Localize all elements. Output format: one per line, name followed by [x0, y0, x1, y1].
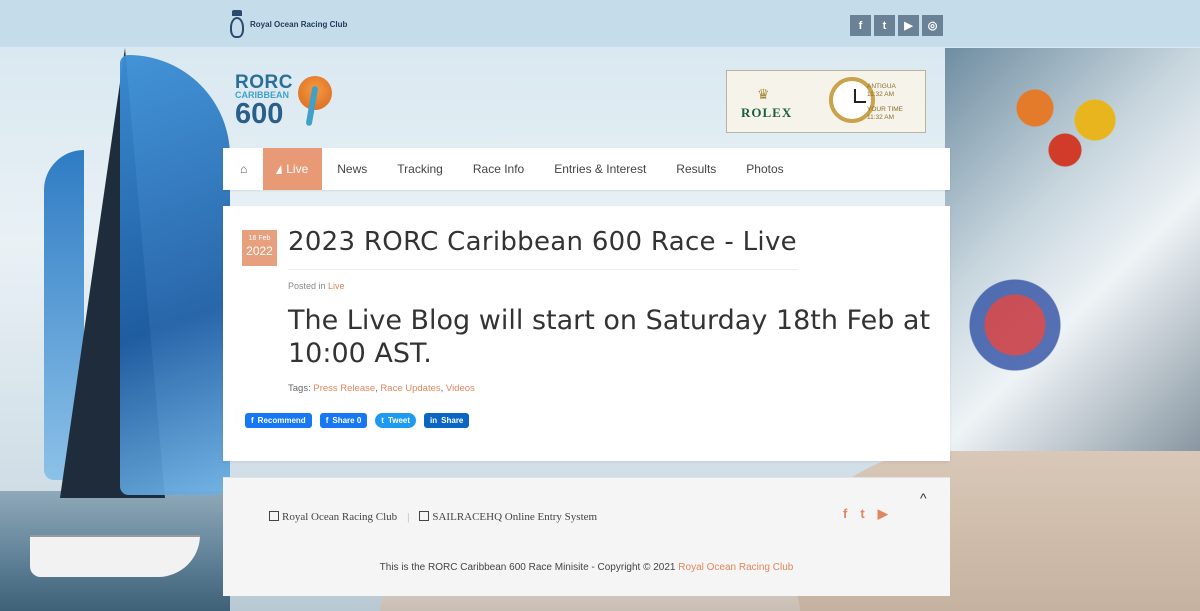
- facebook-recommend-button[interactable]: f Recommend: [245, 413, 312, 428]
- footer-link-sailracehq[interactable]: SAILRACEHQ Online Entry System: [419, 511, 597, 523]
- facebook-share-button[interactable]: f Share 0: [319, 413, 368, 428]
- copyright: This is the RORC Caribbean 600 Race Mini…: [379, 562, 794, 573]
- nav-item-results[interactable]: Results: [661, 148, 731, 190]
- footer: ^ Royal Ocean Racing Club | SAILRACEHQ O…: [223, 477, 950, 596]
- rolex-brand: ROLEX: [741, 105, 793, 120]
- nav-item-entries[interactable]: Entries & Interest: [539, 148, 661, 190]
- nav-item-photos[interactable]: Photos: [731, 148, 798, 190]
- main-nav: ⌂ Live News Tracking Race Info Entries &…: [223, 148, 950, 190]
- linkedin-share-button[interactable]: in Share: [424, 413, 470, 428]
- crown-icon: ♛: [757, 86, 770, 102]
- linkedin-icon: in: [430, 416, 438, 425]
- external-link-icon: [269, 511, 279, 521]
- posted-in: Posted in Live: [288, 281, 345, 291]
- tag-link[interactable]: Press Release: [313, 383, 375, 394]
- tag-link[interactable]: Race Updates: [380, 383, 440, 394]
- rorc-crest-logo[interactable]: Royal Ocean Racing Club: [230, 10, 347, 38]
- org-name: Royal Ocean Racing Club: [250, 19, 348, 29]
- category-link[interactable]: Live: [328, 281, 345, 291]
- back-to-top-icon[interactable]: ^: [920, 490, 927, 506]
- footer-links: Royal Ocean Racing Club | SAILRACEHQ Onl…: [269, 511, 597, 523]
- copyright-link[interactable]: Royal Ocean Racing Club: [678, 562, 793, 573]
- facebook-icon[interactable]: f: [843, 506, 847, 522]
- facebook-icon[interactable]: f: [850, 15, 871, 36]
- caribbean-600-logo[interactable]: RORC CARIBBEAN 600: [235, 72, 335, 130]
- rolex-sponsor-clock[interactable]: ♛ ROLEX ANTIGUA 11:32 AM YOUR TIME 11:32…: [726, 70, 926, 133]
- twitter-icon: t: [381, 416, 384, 425]
- youtube-icon[interactable]: ▶: [898, 15, 919, 36]
- external-link-icon: [419, 511, 430, 521]
- bolt-icon: [276, 164, 285, 174]
- nav-item-live[interactable]: Live: [263, 148, 323, 190]
- twitter-icon[interactable]: t: [874, 15, 895, 36]
- divider: |: [407, 511, 410, 523]
- share-buttons: f Recommend f Share 0 t Tweet in Share: [245, 413, 470, 428]
- nav-item-tracking[interactable]: Tracking: [382, 148, 458, 190]
- footer-link-rorc[interactable]: Royal Ocean Racing Club: [269, 511, 397, 523]
- article-title: 2023 RORC Caribbean 600 Race - Live: [288, 227, 798, 270]
- tweet-button[interactable]: t Tweet: [375, 413, 417, 428]
- facebook-icon: f: [251, 416, 254, 425]
- date-badge: 16 Feb 2022: [242, 230, 277, 266]
- tag-link[interactable]: Videos: [446, 383, 475, 394]
- youtube-icon[interactable]: ▶: [878, 506, 888, 522]
- instagram-icon[interactable]: ◎: [922, 15, 943, 36]
- article-card: 16 Feb 2022 2023 RORC Caribbean 600 Race…: [223, 206, 950, 461]
- twitter-icon[interactable]: t: [860, 506, 864, 522]
- nav-item-race-info[interactable]: Race Info: [458, 148, 539, 190]
- crest-icon: [230, 10, 244, 38]
- tags: Tags: Press Release, Race Updates, Video…: [288, 383, 475, 394]
- top-bar: Royal Ocean Racing Club f t ▶ ◎: [0, 0, 1200, 47]
- facebook-icon: f: [325, 416, 329, 425]
- nav-item-news[interactable]: News: [322, 148, 382, 190]
- home-icon[interactable]: ⌂: [223, 148, 263, 190]
- article-lead: The Live Blog will start on Saturday 18t…: [288, 305, 931, 369]
- social-links: f t ▶ ◎: [850, 15, 943, 36]
- footer-social: f t ▶: [843, 506, 888, 522]
